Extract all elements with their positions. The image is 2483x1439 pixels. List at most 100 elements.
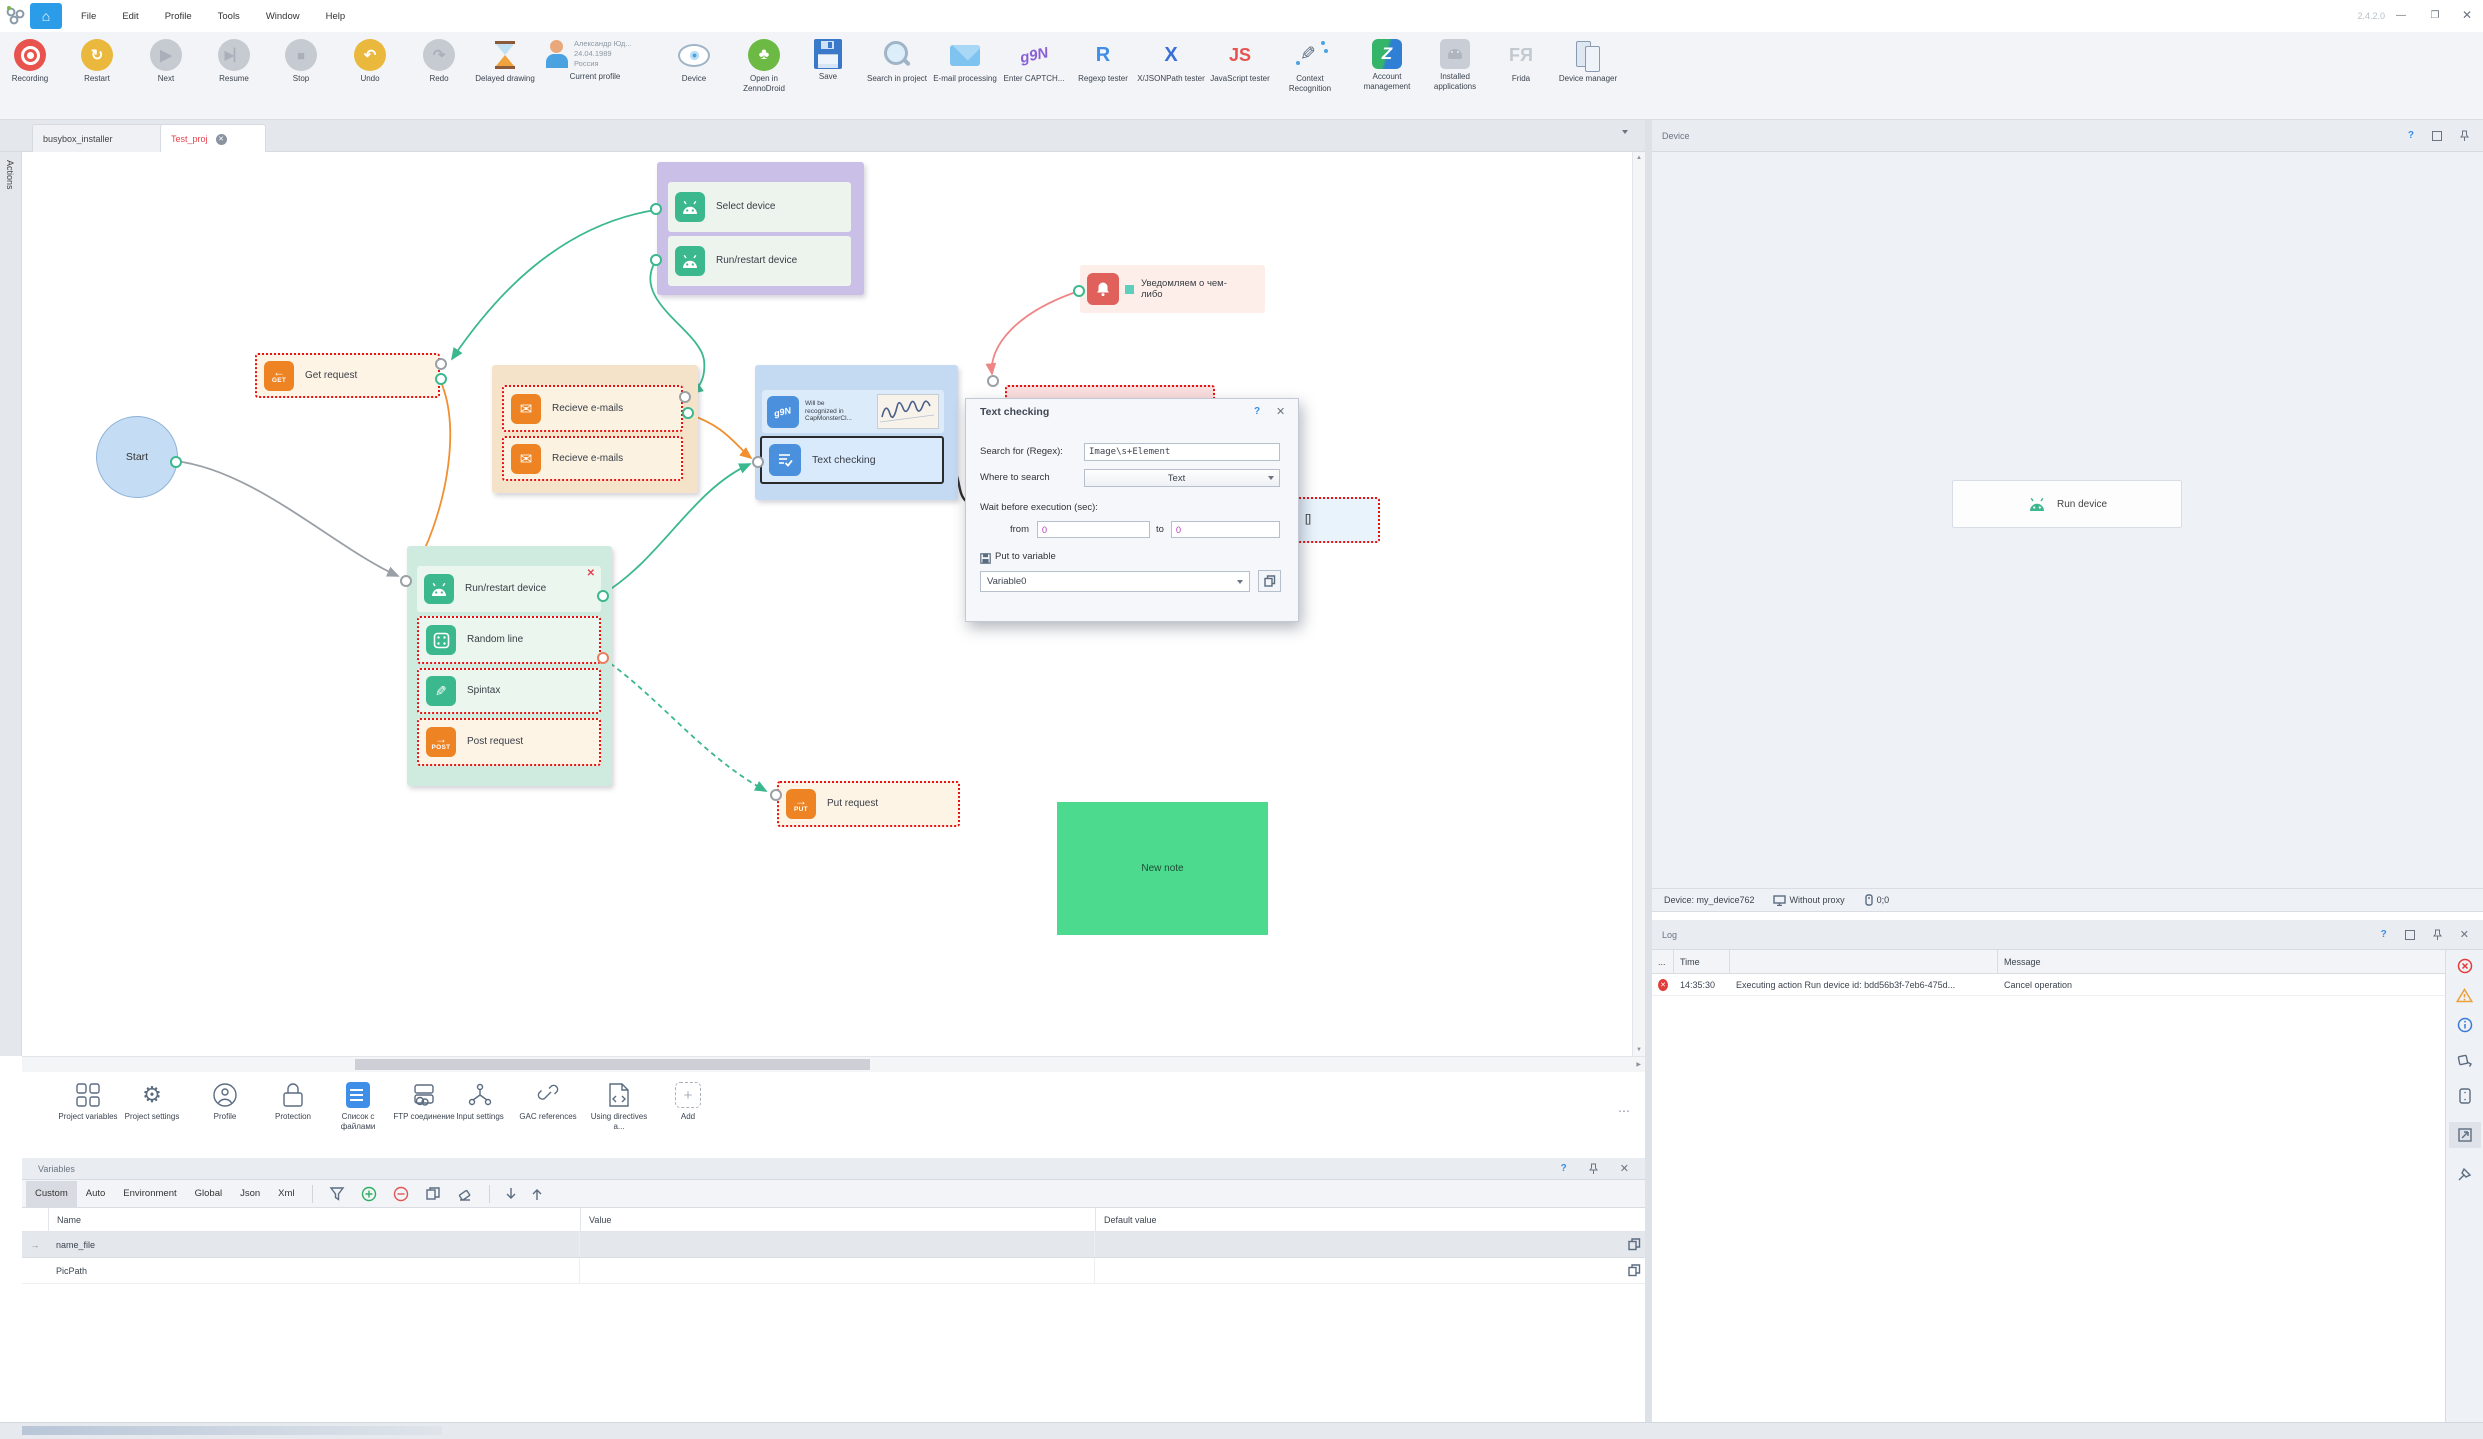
regex-input[interactable]: Image\s+Element	[1084, 443, 1280, 461]
resume-button[interactable]: ▶▏ Resume	[200, 39, 268, 84]
where-dropdown[interactable]: Text	[1084, 469, 1280, 487]
file-lists-button[interactable]: Список с файлами	[325, 1082, 391, 1133]
restart-button[interactable]: ↻ Restart	[63, 39, 131, 84]
node-will-be-recognized[interactable]: g9N Will be recognized in CapMonsterCl..…	[762, 390, 944, 433]
connector-notify-in[interactable]	[1073, 285, 1085, 297]
context-recognition-button[interactable]: ✎ Context Recognition	[1276, 39, 1344, 95]
duplicate-variable-icon[interactable]	[425, 1186, 441, 1202]
menu-help[interactable]: Help	[313, 0, 359, 32]
move-down-icon[interactable]	[504, 1186, 518, 1202]
node-notify[interactable]: Уведомляем о чем- либо	[1080, 265, 1265, 313]
node-run-restart-device[interactable]: Run/restart device	[668, 236, 851, 286]
close-button[interactable]: ✕	[2454, 0, 2480, 30]
connector-getrequest-out[interactable]	[435, 373, 447, 385]
to-input[interactable]: 0	[1171, 521, 1280, 538]
node-text-checking[interactable]: Text checking	[760, 436, 944, 484]
menu-tools[interactable]: Tools	[205, 0, 253, 32]
node-put-request[interactable]: →PUT Put request	[777, 781, 960, 827]
note-new-note[interactable]: New note	[1057, 802, 1268, 935]
input-settings-button[interactable]: Input settings	[447, 1082, 513, 1122]
stop-button[interactable]: ■ Stop	[267, 39, 335, 84]
tab-close-icon[interactable]: ✕	[216, 134, 227, 145]
canvas-vscrollbar[interactable]: ▲ ▼	[1632, 152, 1645, 1056]
scroll-down-icon[interactable]: ▼	[1633, 1047, 1645, 1053]
node-random-line[interactable]: Random line	[417, 616, 601, 664]
variable-default[interactable]	[1095, 1258, 1628, 1283]
maximize-button[interactable]: ❐	[2422, 0, 2448, 30]
close-panel-icon[interactable]: ✕	[2460, 928, 2469, 941]
eraser-icon[interactable]	[457, 1186, 473, 1202]
help-icon[interactable]: ?	[2408, 130, 2414, 141]
connector-randomline-out[interactable]	[597, 652, 609, 664]
save-button[interactable]: Save	[794, 39, 862, 82]
scroll-up-icon[interactable]: ▲	[1633, 155, 1645, 161]
project-variables-button[interactable]: Project variables	[55, 1082, 121, 1122]
installed-applications-button[interactable]: Installed applications	[1421, 39, 1489, 93]
next-button[interactable]: ▶ Next	[132, 39, 200, 84]
dialog-help-icon[interactable]: ?	[1254, 406, 1260, 417]
start-node[interactable]: Start	[96, 416, 178, 498]
move-up-icon[interactable]	[530, 1186, 544, 1202]
xjsonpath-tester-button[interactable]: X X/JSONPath tester	[1137, 39, 1205, 84]
actions-panel-tab[interactable]: Actions	[0, 152, 22, 1056]
vars-tab-environment[interactable]: Environment	[114, 1181, 185, 1207]
connector-start-out[interactable]	[170, 456, 182, 468]
maximize-panel-icon[interactable]	[2432, 131, 2442, 141]
scroll-right-icon[interactable]: ▶	[1636, 1061, 1641, 1068]
menu-edit[interactable]: Edit	[109, 0, 151, 32]
from-input[interactable]: 0	[1037, 521, 1150, 538]
connector-runrestart2-out[interactable]	[597, 590, 609, 602]
log-col-icon[interactable]: ...	[1652, 950, 1674, 973]
tab-busybox-installer[interactable]: busybox_installer	[32, 124, 170, 153]
filter-errors-icon[interactable]	[2457, 958, 2473, 974]
remove-variable-icon[interactable]	[393, 1186, 409, 1202]
connector-textchecking-in[interactable]	[752, 456, 764, 468]
device-manager-button[interactable]: Device manager	[1554, 39, 1622, 84]
toolbar-more-icon[interactable]: ⋯	[1618, 1104, 1632, 1118]
device-button[interactable]: Device	[660, 39, 728, 84]
highlight-icon[interactable]	[2456, 1053, 2473, 1068]
project-settings-button[interactable]: ⚙ Project settings	[119, 1082, 185, 1122]
col-name[interactable]: Name	[49, 1208, 581, 1231]
vars-tab-json[interactable]: Json	[231, 1181, 269, 1207]
regexp-tester-button[interactable]: R Regexp tester	[1069, 39, 1137, 84]
vars-tab-xml[interactable]: Xml	[269, 1181, 303, 1207]
canvas-hscrollbar[interactable]: ▶	[22, 1056, 1645, 1072]
filter-warnings-icon[interactable]	[2456, 988, 2473, 1003]
run-device-button[interactable]: Run device	[1952, 480, 2182, 528]
filter-info-icon[interactable]	[2457, 1017, 2473, 1033]
connector-recieve-out[interactable]	[682, 407, 694, 419]
add-variable-icon[interactable]	[361, 1186, 377, 1202]
account-management-button[interactable]: Z Account management	[1353, 39, 1421, 93]
protection-button[interactable]: Protection	[260, 1082, 326, 1122]
delayed-drawing-button[interactable]: Delayed drawing	[471, 39, 539, 84]
variable-dropdown[interactable]: Variable0	[980, 571, 1250, 592]
copy-row-icon[interactable]	[1628, 1264, 1641, 1277]
javascript-tester-button[interactable]: JS JavaScript tester	[1206, 39, 1274, 84]
copy-variable-button[interactable]	[1258, 570, 1281, 592]
maximize-panel-icon[interactable]	[2405, 930, 2415, 940]
connector-rednode-in[interactable]	[987, 375, 999, 387]
node-get-request[interactable]: ←GET Get request	[255, 353, 440, 398]
copy-row-icon[interactable]	[1628, 1238, 1641, 1251]
put-to-variable-checkbox[interactable]	[980, 551, 991, 569]
enter-captcha-button[interactable]: g9N Enter CAPTCH...	[1000, 39, 1068, 84]
menu-file[interactable]: File	[68, 0, 109, 32]
vars-tab-auto[interactable]: Auto	[77, 1181, 115, 1207]
connector-runrestart-in[interactable]	[400, 575, 412, 587]
tab-overflow-icon[interactable]	[1622, 130, 1628, 134]
menu-profile[interactable]: Profile	[152, 0, 205, 32]
recording-button[interactable]: Recording	[0, 39, 64, 84]
log-col-action[interactable]	[1730, 950, 1998, 973]
current-profile-button[interactable]: Александр Юд... 24.04.1989 Россия Curren…	[545, 39, 645, 83]
connector-runrestart-purple[interactable]	[650, 254, 662, 266]
home-button[interactable]: ⌂	[30, 3, 62, 29]
dialog-close-icon[interactable]: ✕	[1276, 405, 1285, 418]
close-panel-icon[interactable]: ✕	[1620, 1162, 1629, 1175]
hscroll-thumb[interactable]	[355, 1059, 870, 1070]
node-post-request[interactable]: →POST Post request	[417, 718, 601, 766]
search-in-project-button[interactable]: Search in project	[863, 39, 931, 84]
add-block-button[interactable]: + Add	[655, 1082, 721, 1122]
variable-row-selected[interactable]: → name_file	[22, 1232, 1645, 1258]
connector-recieve-in[interactable]	[679, 391, 691, 403]
